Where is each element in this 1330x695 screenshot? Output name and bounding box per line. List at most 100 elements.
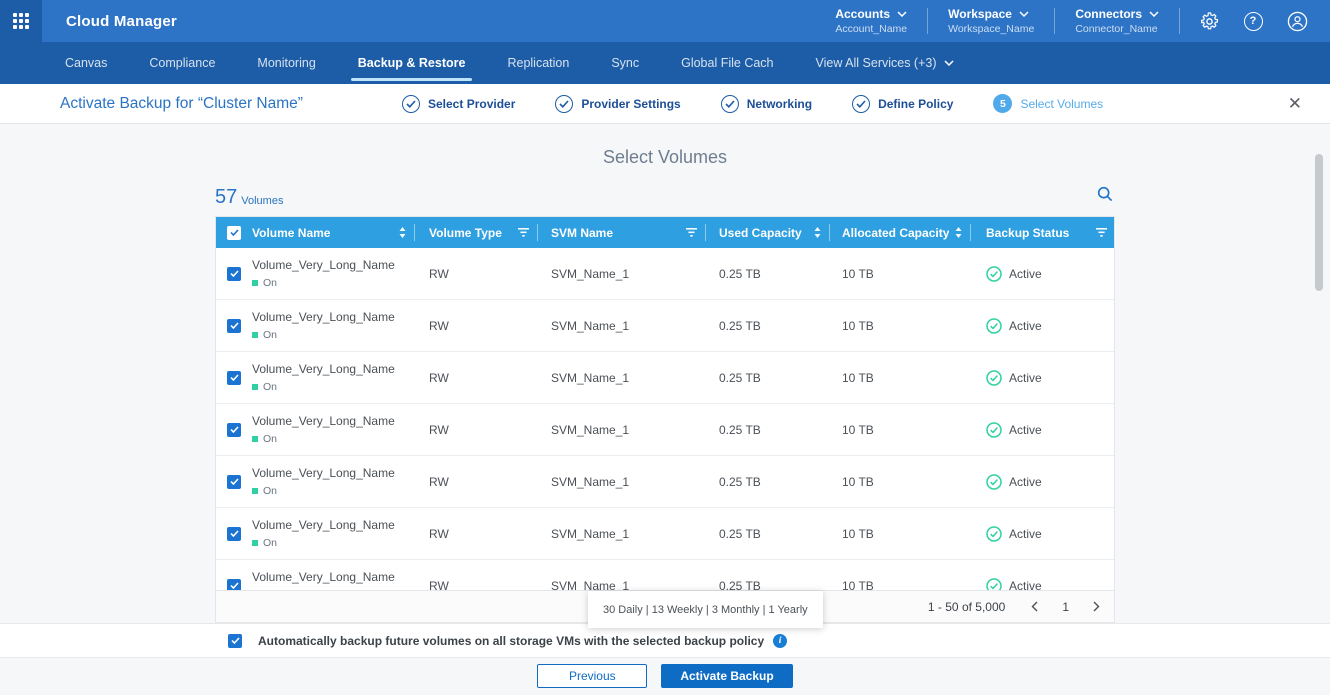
nav-tab[interactable]: Backup & Restore: [337, 42, 487, 84]
step-status-icon: [555, 95, 573, 113]
table-row: Volume_Very_Long_Name On RW SVM_Name_1 0…: [216, 300, 1114, 352]
divider: [1179, 8, 1180, 34]
volume-type: RW: [415, 319, 538, 333]
wizard-step[interactable]: Provider Settings: [555, 95, 680, 113]
search-button[interactable]: [1095, 184, 1115, 209]
step-status-icon: 5: [993, 94, 1012, 113]
status-active-icon: [986, 370, 1002, 386]
accounts-dropdown[interactable]: Accounts Account_Name: [815, 7, 927, 35]
settings-button[interactable]: [1194, 6, 1224, 36]
backup-status: Active: [986, 370, 1042, 386]
wizard-step[interactable]: Define Policy: [852, 95, 953, 113]
step-status-icon: [852, 95, 870, 113]
app-title: Cloud Manager: [66, 13, 177, 30]
used-capacity: 0.25 TB: [706, 527, 830, 541]
column-header[interactable]: Volume Type: [415, 217, 538, 248]
svm-name: SVM_Name_1: [538, 267, 706, 281]
used-capacity: 0.25 TB: [706, 423, 830, 437]
column-header[interactable]: SVM Name: [538, 217, 706, 248]
chevron-left-icon[interactable]: [1031, 601, 1038, 612]
nav-tab[interactable]: Sync: [590, 42, 660, 84]
row-checkbox[interactable]: [227, 371, 241, 385]
user-button[interactable]: [1282, 6, 1312, 36]
on-indicator-icon: [252, 436, 258, 442]
column-header[interactable]: Backup Status: [971, 217, 1116, 248]
close-icon[interactable]: ✕: [1282, 90, 1308, 118]
allocated-capacity: 10 TB: [830, 319, 971, 333]
info-icon[interactable]: i: [773, 634, 787, 648]
status-active-icon: [986, 526, 1002, 542]
volume-name: Volume_Very_Long_Name: [252, 414, 395, 428]
volume-state: On: [252, 433, 277, 445]
svm-name: SVM_Name_1: [538, 527, 706, 541]
volume-type: RW: [415, 475, 538, 489]
volume-type: RW: [415, 423, 538, 437]
chevron-right-icon[interactable]: [1093, 601, 1100, 612]
on-indicator-icon: [252, 488, 258, 494]
chevron-down-icon: [944, 60, 954, 66]
nav-tab[interactable]: Monitoring: [236, 42, 336, 84]
volume-type: RW: [415, 371, 538, 385]
backup-status: Active: [986, 422, 1042, 438]
vertical-scrollbar[interactable]: [1315, 154, 1323, 291]
status-active-icon: [986, 318, 1002, 334]
select-all-checkbox[interactable]: [227, 226, 241, 240]
page-number[interactable]: 1: [1062, 600, 1069, 614]
table-row: Volume_Very_Long_Name On RW SVM_Name_1 0…: [216, 404, 1114, 456]
volume-name: Volume_Very_Long_Name: [252, 258, 395, 272]
volume-state: On: [252, 537, 277, 549]
nav-tab[interactable]: Replication: [486, 42, 590, 84]
nav-tab[interactable]: View All Services (+3): [795, 42, 975, 84]
wizard-step[interactable]: Select Provider: [402, 95, 515, 113]
connectors-dropdown[interactable]: Connectors Connector_Name: [1055, 7, 1179, 35]
row-checkbox[interactable]: [227, 319, 241, 333]
auto-backup-row: Automatically backup future volumes on a…: [0, 623, 1330, 658]
table-rows: Volume_Very_Long_Name On RW SVM_Name_1 0…: [216, 248, 1114, 592]
volume-state: On: [252, 277, 277, 289]
action-buttons: Previous Activate Backup: [0, 664, 1330, 688]
help-button[interactable]: ?: [1238, 6, 1268, 36]
allocated-capacity: 10 TB: [830, 423, 971, 437]
column-header[interactable]: Used Capacity: [706, 217, 830, 248]
nav-tab[interactable]: Global File Cach: [660, 42, 794, 84]
auto-backup-checkbox[interactable]: [228, 634, 242, 648]
used-capacity: 0.25 TB: [706, 319, 830, 333]
volumes-table: Volume Name Volume Type SVM Name Used Ca…: [215, 216, 1115, 623]
app-grid-button[interactable]: [0, 0, 42, 42]
column-header[interactable]: Allocated Capacity: [830, 217, 971, 248]
wizard-header: Activate Backup for “Cluster Name” Selec…: [0, 84, 1330, 124]
nav-tab[interactable]: Compliance: [128, 42, 236, 84]
row-checkbox[interactable]: [227, 475, 241, 489]
sort-icon[interactable]: [955, 227, 962, 238]
volume-name: Volume_Very_Long_Name: [252, 362, 395, 376]
policy-tooltip: 30 Daily | 13 Weekly | 3 Monthly | 1 Yea…: [588, 591, 823, 628]
volumes-count-label: Volumes: [241, 195, 283, 209]
search-icon: [1097, 186, 1113, 202]
filter-icon[interactable]: [1096, 228, 1107, 237]
nav-tab[interactable]: Canvas: [44, 42, 128, 84]
workspace-dropdown[interactable]: Workspace Workspace_Name: [928, 7, 1054, 35]
column-header[interactable]: Volume Name: [252, 217, 415, 248]
filter-icon[interactable]: [518, 228, 529, 237]
wizard-steps: Select Provider Provider Settings Networ…: [402, 94, 1103, 113]
sort-icon[interactable]: [399, 227, 406, 238]
used-capacity: 0.25 TB: [706, 371, 830, 385]
volume-name: Volume_Very_Long_Name: [252, 310, 395, 324]
allocated-capacity: 10 TB: [830, 371, 971, 385]
wizard-step[interactable]: Networking: [721, 95, 812, 113]
sort-icon[interactable]: [814, 227, 821, 238]
filter-icon[interactable]: [686, 228, 697, 237]
on-indicator-icon: [252, 540, 258, 546]
main-content: Select Volumes 57 Volumes Volume Name Vo…: [0, 124, 1330, 695]
row-checkbox[interactable]: [227, 267, 241, 281]
previous-button[interactable]: Previous: [537, 664, 647, 688]
connector-name: Connector_Name: [1075, 23, 1159, 35]
activate-backup-button[interactable]: Activate Backup: [661, 664, 792, 688]
top-header-bar: Cloud Manager Accounts Account_Name Work…: [0, 0, 1330, 42]
volume-state: On: [252, 381, 277, 393]
wizard-step[interactable]: 5 Select Volumes: [993, 94, 1103, 113]
row-checkbox[interactable]: [227, 423, 241, 437]
svm-name: SVM_Name_1: [538, 475, 706, 489]
account-name: Account_Name: [835, 23, 907, 35]
row-checkbox[interactable]: [227, 527, 241, 541]
